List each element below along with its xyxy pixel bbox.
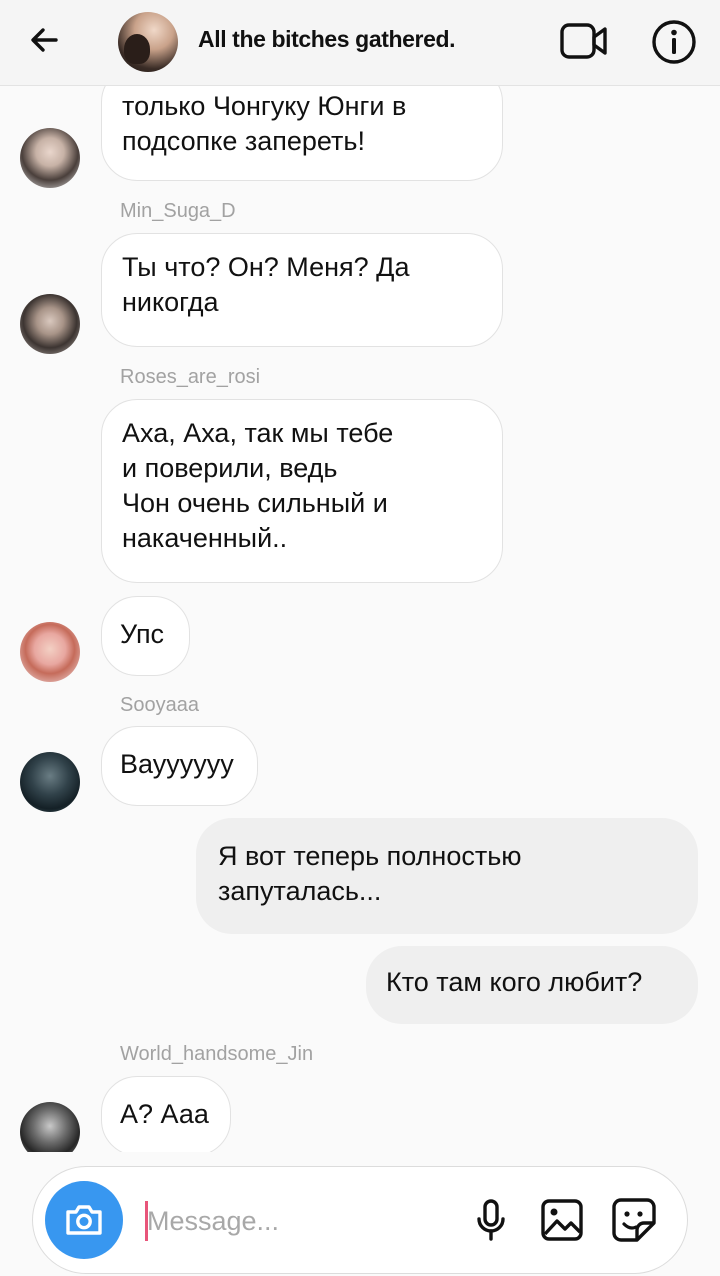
info-icon	[652, 20, 696, 64]
sender-avatar[interactable]	[20, 1102, 80, 1152]
sender-name: World_handsome_Jin	[120, 1043, 314, 1065]
back-button[interactable]	[22, 18, 66, 62]
message-bubble-outgoing[interactable]: Я вот теперь полностью запуталась...	[196, 818, 698, 934]
arrow-left-icon	[31, 28, 58, 52]
voice-message-button[interactable]	[467, 1195, 515, 1245]
video-call-button[interactable]	[556, 16, 612, 66]
camera-button[interactable]	[45, 1181, 123, 1259]
message-bubble[interactable]: Упс	[101, 596, 190, 676]
camera-icon	[66, 1205, 102, 1235]
chat-header: All the bitches gathered.	[0, 0, 720, 86]
sender-name: Min_Suga_D	[120, 200, 236, 222]
message-bubble[interactable]: Аха, Аха, так мы тебе и поверили, ведь Ч…	[101, 399, 503, 583]
message-input[interactable]	[147, 1197, 447, 1245]
sender-name: Sooyaaa	[120, 694, 199, 716]
gallery-button[interactable]	[537, 1195, 587, 1245]
sender-avatar[interactable]	[20, 128, 80, 188]
message-composer	[32, 1166, 688, 1274]
message-bubble[interactable]: А? Ааа	[101, 1076, 231, 1152]
message-bubble[interactable]: Ты что? Он? Меня? Да никогда	[101, 233, 503, 347]
sticker-icon	[612, 1198, 656, 1242]
message-bubble[interactable]: Вауууууу	[101, 726, 258, 806]
group-avatar[interactable]	[118, 12, 178, 72]
sender-avatar[interactable]	[20, 622, 80, 682]
chat-title[interactable]: All the bitches gathered.	[198, 26, 456, 53]
info-button[interactable]	[648, 16, 700, 68]
sender-name: Roses_are_rosi	[120, 366, 261, 388]
sticker-button[interactable]	[609, 1195, 659, 1245]
image-icon	[541, 1199, 583, 1241]
message-list[interactable]: только Чонгуку Юнги в подсопке запереть!…	[0, 86, 720, 1152]
sender-avatar[interactable]	[20, 752, 80, 812]
message-bubble-outgoing[interactable]: Кто там кого любит?	[366, 946, 698, 1024]
microphone-icon	[477, 1199, 505, 1241]
video-camera-icon	[560, 23, 607, 59]
sender-avatar[interactable]	[20, 294, 80, 354]
message-bubble[interactable]: только Чонгуку Юнги в подсопке запереть!	[101, 86, 503, 181]
